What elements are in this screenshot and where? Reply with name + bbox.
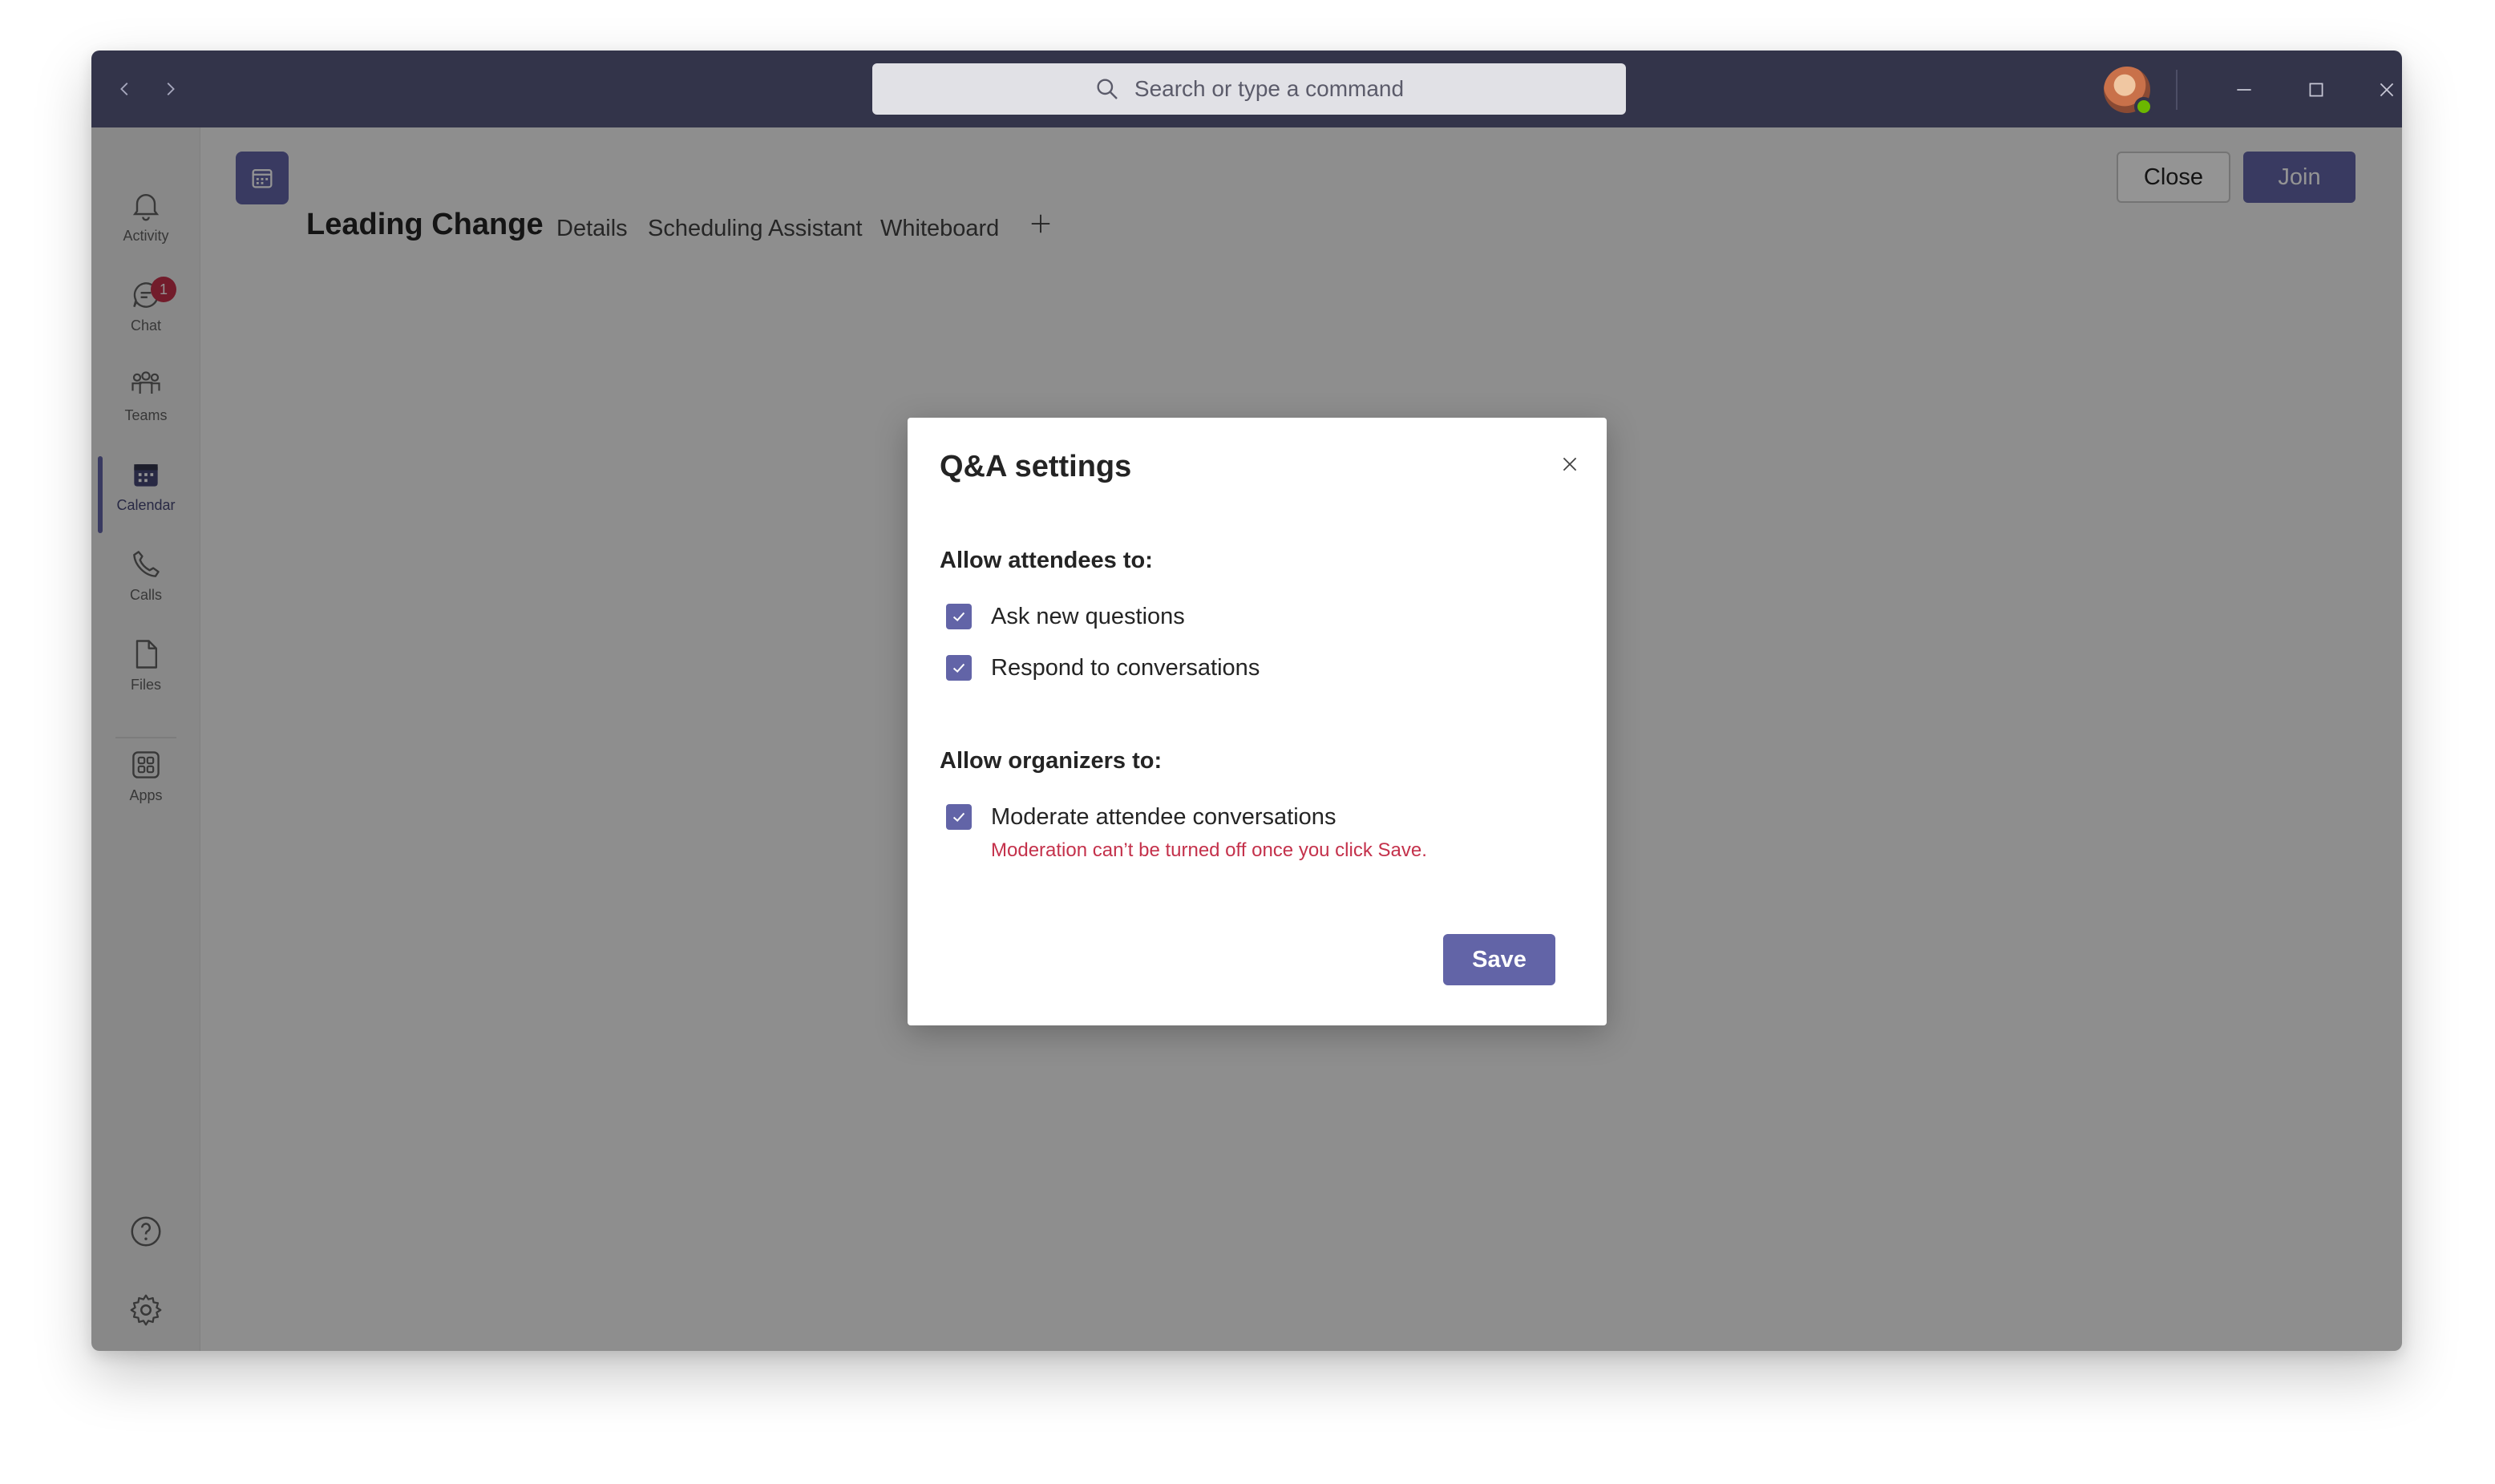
minimize-button[interactable] (2224, 70, 2264, 110)
avatar[interactable] (2104, 67, 2153, 116)
title-bar: Search or type a command (91, 51, 2402, 127)
qa-settings-dialog: Q&A settings Allow attendees to: Ask new… (908, 418, 1607, 1025)
option-label: Respond to conversations (991, 654, 1260, 681)
chevron-left-icon (120, 83, 128, 95)
dialog-close-button[interactable] (1554, 448, 1586, 480)
checkmark-icon (952, 612, 965, 622)
search-icon (1097, 79, 1118, 99)
moderate-conversations-checkbox[interactable] (946, 804, 972, 830)
minimize-icon (2237, 89, 2251, 91)
titlebar-divider (2176, 70, 2178, 110)
organizers-section-label: Allow organizers to: (940, 748, 1163, 774)
presence-status-icon (2134, 97, 2153, 116)
window-close-button[interactable] (2367, 70, 2402, 110)
ask-questions-checkbox[interactable] (946, 604, 972, 629)
search-placeholder: Search or type a command (1134, 76, 1405, 101)
checkmark-icon (952, 812, 965, 823)
close-icon (1563, 457, 1577, 471)
dialog-title: Q&A settings (940, 450, 1132, 483)
respond-conversations-checkbox[interactable] (946, 655, 972, 681)
forward-button[interactable] (152, 71, 188, 107)
teams-window: Search or type a command Activity Chat 1 (91, 51, 2402, 1351)
ask-questions-option[interactable]: Ask new questions (946, 600, 1185, 633)
maximize-icon (2309, 83, 2323, 97)
option-label: Ask new questions (991, 603, 1185, 629)
moderate-conversations-option[interactable]: Moderate attendee conversations (946, 801, 1336, 833)
back-button[interactable] (107, 71, 143, 107)
attendees-section-label: Allow attendees to: (940, 548, 1153, 573)
moderation-warning-text: Moderation can’t be turned off once you … (991, 839, 1427, 861)
close-icon (2380, 83, 2394, 97)
checkmark-icon (952, 663, 965, 673)
option-label: Moderate attendee conversations (991, 803, 1336, 830)
maximize-button[interactable] (2296, 70, 2336, 110)
chevron-right-icon (167, 83, 175, 95)
save-button[interactable]: Save (1443, 934, 1555, 985)
search-input[interactable]: Search or type a command (872, 63, 1626, 115)
respond-conversations-option[interactable]: Respond to conversations (946, 652, 1260, 684)
